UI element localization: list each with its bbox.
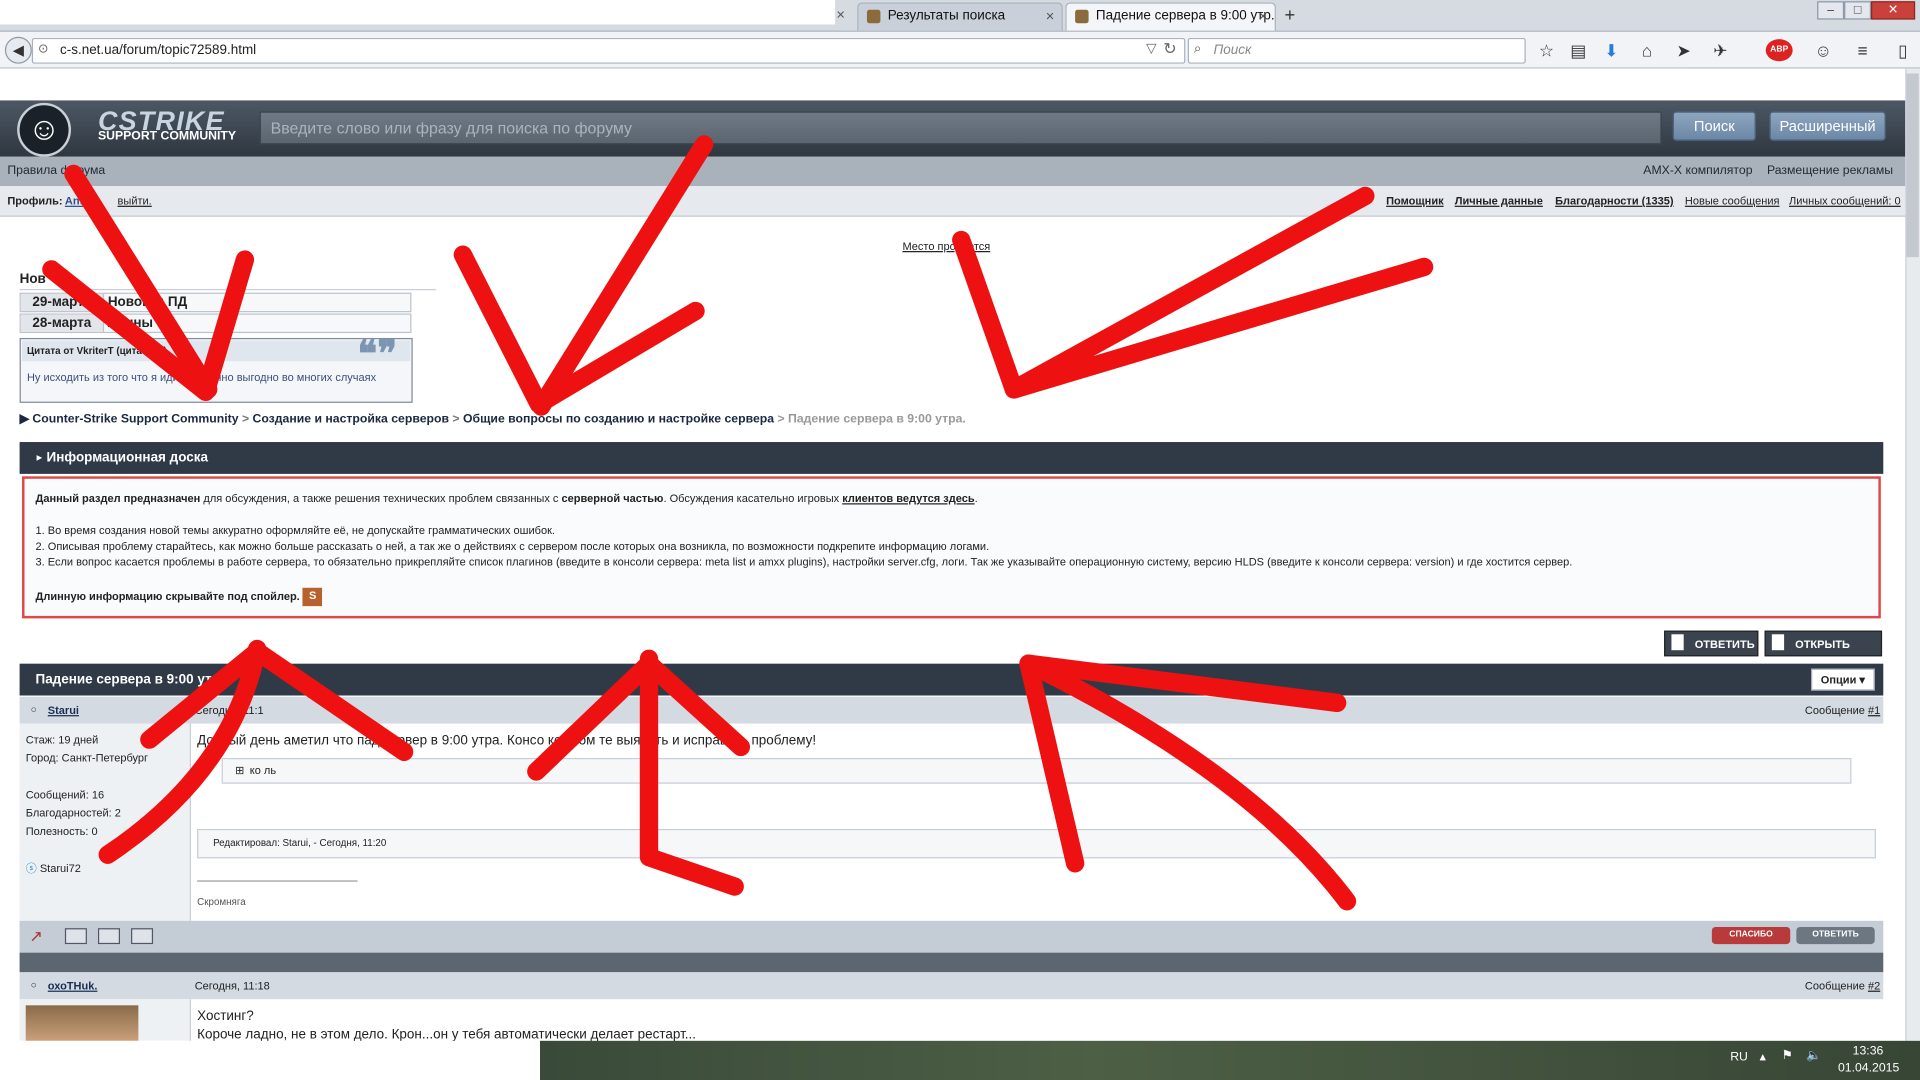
annotation-arrow-stroke (527, 654, 751, 781)
red-annotation-arrows (42, 135, 1434, 911)
annotation-arrow-stroke (532, 135, 714, 416)
annotation-arrow-stroke (1004, 186, 1434, 399)
annotation-arrow-stroke (952, 230, 1024, 399)
annotation-arrow-stroke (140, 642, 414, 762)
annotation-arrow-stroke (64, 164, 218, 399)
